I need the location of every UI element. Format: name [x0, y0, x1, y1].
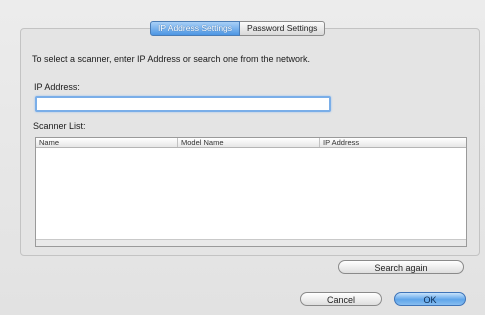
scanner-list-label: Scanner List: [33, 121, 86, 131]
ip-address-label: IP Address: [34, 82, 80, 92]
horizontal-scrollbar[interactable] [36, 239, 466, 246]
cancel-button[interactable]: Cancel [300, 292, 382, 306]
scanner-settings-dialog: IP Address Settings Password Settings To… [0, 0, 485, 315]
column-header-ip-address[interactable]: IP Address [320, 138, 466, 147]
ip-address-input[interactable] [35, 96, 331, 112]
tab-bar: IP Address Settings Password Settings [150, 21, 326, 36]
table-body[interactable] [36, 148, 466, 246]
column-header-name[interactable]: Name [36, 138, 178, 147]
search-again-button[interactable]: Search again [338, 260, 464, 274]
table-header: Name Model Name IP Address [36, 138, 466, 148]
instruction-text: To select a scanner, enter IP Address or… [32, 54, 310, 64]
scanner-list-table[interactable]: Name Model Name IP Address [35, 137, 467, 247]
tab-ip-address-settings[interactable]: IP Address Settings [150, 21, 241, 36]
tab-password-settings[interactable]: Password Settings [240, 21, 326, 36]
column-header-model-name[interactable]: Model Name [178, 138, 320, 147]
ok-button[interactable]: OK [394, 292, 466, 306]
